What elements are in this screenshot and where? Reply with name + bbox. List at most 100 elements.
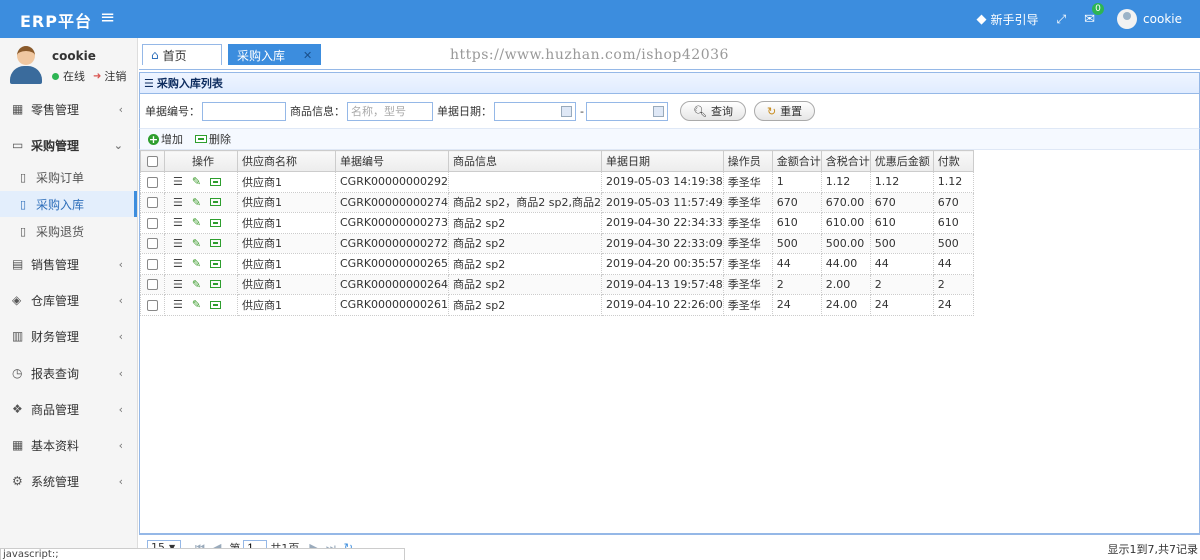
number-input[interactable] xyxy=(202,101,286,121)
table-row[interactable]: ☰ ✎ 供应商1 CGRK00000000273 商品2 sp2 2019-04-30 2… xyxy=(140,212,974,234)
edit-icon[interactable]: ✎ xyxy=(192,196,201,209)
edit-icon[interactable]: ✎ xyxy=(192,237,201,250)
detail-icon[interactable]: ☰ xyxy=(173,196,183,209)
row-checkbox[interactable] xyxy=(140,273,165,295)
cell-tax-amount: 670.00 xyxy=(820,191,871,213)
cell-tax-amount: 24.00 xyxy=(820,294,871,316)
sidebar-item-basic[interactable]: ▦ 基本资料 ‹ xyxy=(0,430,137,460)
edit-icon[interactable]: ✎ xyxy=(192,257,201,270)
edit-icon[interactable]: ✎ xyxy=(192,278,201,291)
col-supplier[interactable]: 供应商名称 xyxy=(237,150,336,172)
row-checkbox[interactable] xyxy=(140,171,165,193)
detail-icon[interactable]: ☰ xyxy=(173,216,183,229)
col-payment[interactable]: 付款 xyxy=(932,150,974,172)
delete-row-icon[interactable] xyxy=(210,218,222,227)
watermark-url: https://www.huzhan.com/ishop42036 xyxy=(450,47,729,63)
table-row[interactable]: ☰ ✎ 供应商1 CGRK00000000272 商品2 sp2 2019-04-30 2… xyxy=(140,232,974,254)
table-row[interactable]: ☰ ✎ 供应商1 CGRK00000000261 商品2 sp2 2019-04-10 2… xyxy=(140,294,974,316)
cell-operator: 季圣华 xyxy=(722,171,773,193)
col-amount[interactable]: 金额合计 xyxy=(771,150,822,172)
delete-row-icon[interactable] xyxy=(210,198,222,207)
table-row[interactable]: ☰ ✎ 供应商1 CGRK00000000264 商品2 sp2 2019-04-13 1… xyxy=(140,273,974,295)
row-checkbox[interactable] xyxy=(140,253,165,275)
table-row[interactable]: ☰ ✎ 供应商1 CGRK00000000292 2019-05-03 14:19:38… xyxy=(140,171,974,193)
select-all-checkbox[interactable] xyxy=(140,150,165,172)
sidebar-item-retail[interactable]: ▦ 零售管理 ‹ xyxy=(0,94,137,124)
detail-icon[interactable]: ☰ xyxy=(173,175,183,188)
close-icon[interactable]: ✕ xyxy=(303,49,312,62)
row-actions: ☰ ✎ xyxy=(164,171,238,193)
sidebar-sub-purchase-order[interactable]: ▯ 采购订单 xyxy=(0,164,137,190)
user-avatar xyxy=(8,44,44,84)
sidebar-item-reports[interactable]: ◷ 报表查询 ‹ xyxy=(0,358,137,388)
delete-row-icon[interactable] xyxy=(210,280,222,289)
cell-number: CGRK00000000261 xyxy=(334,294,450,316)
col-operator[interactable]: 操作员 xyxy=(722,150,773,172)
cell-tax-amount: 2.00 xyxy=(820,273,871,295)
sidebar-sub-purchase-return[interactable]: ▯ 采购退货 xyxy=(0,218,137,244)
tab-home[interactable]: ⌂ 首页 xyxy=(142,44,222,65)
clock-icon: ◷ xyxy=(12,366,23,380)
panel-title-text: 采购入库列表 xyxy=(156,77,223,90)
col-number[interactable]: 单据编号 xyxy=(334,150,450,172)
delete-row-icon[interactable] xyxy=(210,300,222,309)
calendar-icon[interactable] xyxy=(652,105,664,117)
edit-icon[interactable]: ✎ xyxy=(192,298,201,311)
product-input[interactable]: 名称，型号 xyxy=(347,101,433,121)
data-grid: 操作 供应商名称 单据编号 商品信息 单据日期 操作员 金额合计 含税合计 优惠… xyxy=(139,150,1200,534)
row-checkbox[interactable] xyxy=(140,294,165,316)
menu-toggle-icon[interactable]: ≡ xyxy=(100,9,115,27)
row-checkbox[interactable] xyxy=(140,191,165,213)
cell-amount: 500 xyxy=(771,232,822,254)
online-dot-icon xyxy=(52,72,59,80)
tab-purchase-in[interactable]: 采购入库 ✕ xyxy=(228,44,322,65)
col-product[interactable]: 商品信息 xyxy=(448,150,602,172)
guide-button[interactable]: ◆ 新手引导 xyxy=(977,11,1039,28)
col-tax-amount[interactable]: 含税合计 xyxy=(820,150,871,172)
fullscreen-icon[interactable]: ⤢ xyxy=(1057,12,1067,27)
edit-icon[interactable]: ✎ xyxy=(192,216,201,229)
col-discounted[interactable]: 优惠后金额 xyxy=(869,150,934,172)
row-actions: ☰ ✎ xyxy=(164,294,238,316)
detail-icon[interactable]: ☰ xyxy=(173,278,183,291)
row-checkbox[interactable] xyxy=(140,232,165,254)
add-button[interactable]: + 增加 xyxy=(148,131,183,147)
brand-logo[interactable]: ERP平台 xyxy=(20,8,92,32)
sidebar-item-system[interactable]: ⚙ 系统管理 ‹ xyxy=(0,466,137,496)
detail-icon[interactable]: ☰ xyxy=(173,298,183,311)
user-menu[interactable]: cookie xyxy=(1117,9,1182,29)
sidebar-sub-label: 采购入库 xyxy=(36,197,85,212)
query-button[interactable]: 🔍︎ 查询 xyxy=(679,101,746,121)
delete-button[interactable]: 删除 xyxy=(195,131,231,147)
chevron-down-icon: ⌄ xyxy=(113,138,123,152)
delete-row-icon[interactable] xyxy=(210,239,222,248)
calendar-icon[interactable] xyxy=(561,105,572,117)
detail-icon[interactable]: ☰ xyxy=(173,237,183,250)
table-row[interactable]: ☰ ✎ 供应商1 CGRK00000000274 商品2 sp2，商品2 sp2,商品2… xyxy=(140,191,974,213)
sidebar-item-finance[interactable]: ▥ 财务管理 ‹ xyxy=(0,321,137,351)
delete-row-icon[interactable] xyxy=(210,259,222,268)
sidebar-item-warehouse[interactable]: ◈ 仓库管理 ‹ xyxy=(0,285,137,315)
detail-icon[interactable]: ☰ xyxy=(173,257,183,270)
sidebar-sub-purchase-in[interactable]: ▯ 采购入库 xyxy=(0,191,137,217)
col-date[interactable]: 单据日期 xyxy=(600,150,724,172)
store-icon: ▦ xyxy=(12,102,24,116)
row-checkbox[interactable] xyxy=(140,212,165,234)
sidebar-item-label: 系统管理 xyxy=(31,474,80,489)
cell-discounted: 2 xyxy=(869,273,934,295)
sidebar-item-purchase[interactable]: ▭ 采购管理 ⌄ xyxy=(0,130,137,160)
chevron-left-icon: ‹ xyxy=(118,366,123,380)
col-ops[interactable]: 操作 xyxy=(164,150,238,172)
messages-button[interactable]: ✉ 0 xyxy=(1084,2,1104,27)
edit-icon[interactable]: ✎ xyxy=(192,175,201,188)
date-start-input[interactable] xyxy=(494,101,576,121)
table-row[interactable]: ☰ ✎ 供应商1 CGRK00000000265 商品2 sp2 2019-04-20 0… xyxy=(140,253,974,275)
main-panel: ☰ 采购入库列表 单据编号： 商品信息： 名称，型号 单据日期： - 🔍︎ 查询… xyxy=(139,70,1200,560)
sidebar-item-sales[interactable]: ▤ 销售管理 ‹ xyxy=(0,249,137,279)
sidebar-item-products[interactable]: ❖ 商品管理 ‹ xyxy=(0,394,137,424)
logout-link[interactable]: ➜ 注销 xyxy=(93,68,126,84)
delete-row-icon[interactable] xyxy=(210,177,222,186)
reset-button[interactable]: ↻ 重置 xyxy=(753,101,816,121)
cell-number: CGRK00000000272 xyxy=(334,232,450,254)
date-end-input[interactable] xyxy=(585,101,668,121)
